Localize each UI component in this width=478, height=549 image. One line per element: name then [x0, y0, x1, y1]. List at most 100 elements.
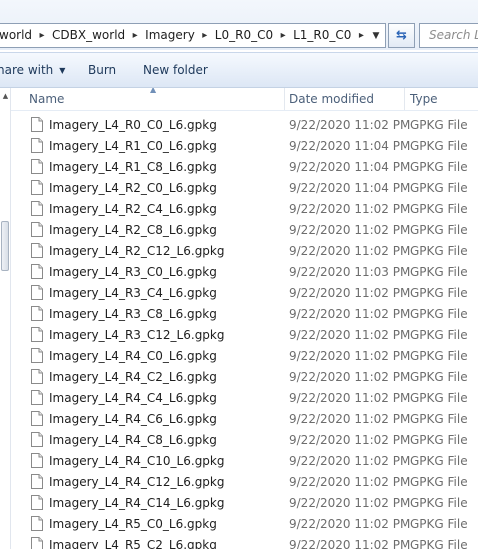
file-name: Imagery_L4_R4_C0_L6.gpkg	[49, 349, 217, 363]
burn-button[interactable]: Burn	[88, 63, 116, 77]
file-list: ▲ Name Date modified Type Imagery_L4_R0_…	[11, 88, 478, 549]
file-date-modified: 9/22/2020 11:03 PM	[289, 265, 411, 279]
file-type: GPKG File	[410, 223, 468, 237]
file-icon	[31, 264, 43, 279]
file-row[interactable]: Imagery_L4_R0_C0_L6.gpkg 9/22/2020 11:02 …	[11, 115, 478, 136]
sort-ascending-icon: ▲	[150, 88, 157, 94]
file-row[interactable]: Imagery_L4_R2_C12_L6.gpkg 9/22/2020 11:02…	[11, 241, 478, 262]
file-row[interactable]: Imagery_L4_R5_C0_L6.gpkg 9/22/2020 11:02 …	[11, 514, 478, 535]
column-divider[interactable]	[404, 88, 405, 110]
file-name: Imagery_L4_R5_C2_L6.gpkg	[49, 538, 217, 549]
scroll-up-icon[interactable]: ▲	[0, 92, 11, 100]
file-row[interactable]: Imagery_L4_R2_C4_L6.gpkg 9/22/2020 11:02 …	[11, 199, 478, 220]
file-icon	[31, 390, 43, 405]
file-date-modified: 9/22/2020 11:02 PM	[289, 538, 411, 549]
file-name: Imagery_L4_R4_C14_L6.gpkg	[49, 496, 225, 510]
breadcrumb-item-l1-r0-c0[interactable]: L1_R0_C0	[293, 28, 351, 42]
breadcrumb-item-world[interactable]: world	[0, 28, 32, 42]
breadcrumb-separator-icon[interactable]: ▸	[195, 28, 215, 44]
file-rows: Imagery_L4_R0_C0_L6.gpkg 9/22/2020 11:02 …	[11, 115, 478, 549]
file-row[interactable]: Imagery_L4_R1_C0_L6.gpkg 9/22/2020 11:04 …	[11, 136, 478, 157]
command-bar: hare with ▼ Burn New folder	[0, 52, 478, 88]
file-icon	[31, 222, 43, 237]
file-name: Imagery_L4_R2_C8_L6.gpkg	[49, 223, 217, 237]
refresh-icon: ⇆	[396, 28, 407, 43]
column-divider[interactable]	[284, 88, 285, 110]
address-history-dropdown[interactable]: ▼	[367, 24, 385, 47]
file-icon	[31, 495, 43, 510]
new-folder-button[interactable]: New folder	[143, 63, 208, 77]
file-row[interactable]: Imagery_L4_R4_C0_L6.gpkg 9/22/2020 11:02 …	[11, 346, 478, 367]
file-icon	[31, 138, 43, 153]
file-row[interactable]: Imagery_L4_R3_C12_L6.gpkg 9/22/2020 11:02…	[11, 325, 478, 346]
file-row[interactable]: Imagery_L4_R3_C0_L6.gpkg 9/22/2020 11:03 …	[11, 262, 478, 283]
column-header-type[interactable]: Type	[410, 92, 438, 106]
share-with-button[interactable]: hare with ▼	[0, 63, 65, 77]
file-type: GPKG File	[410, 496, 468, 510]
column-header-date-modified[interactable]: Date modified	[289, 92, 374, 106]
breadcrumb-item-imagery[interactable]: Imagery	[145, 28, 195, 42]
address-bar[interactable]: world ▸ CDBX_world ▸ Imagery ▸ L0_R0_C0 ▸ L1_R0_…	[0, 23, 386, 48]
file-type: GPKG File	[410, 475, 468, 489]
file-name: Imagery_L4_R0_C0_L6.gpkg	[49, 118, 217, 132]
file-type: GPKG File	[410, 370, 468, 384]
file-icon	[31, 411, 43, 426]
file-date-modified: 9/22/2020 11:02 PM	[289, 244, 411, 258]
file-name: Imagery_L4_R3_C4_L6.gpkg	[49, 286, 217, 300]
file-row[interactable]: Imagery_L4_R2_C0_L6.gpkg 9/22/2020 11:04 …	[11, 178, 478, 199]
breadcrumb-separator-icon[interactable]: ▸	[125, 28, 145, 44]
file-date-modified: 9/22/2020 11:04 PM	[289, 181, 411, 195]
file-date-modified: 9/22/2020 11:02 PM	[289, 517, 411, 531]
file-name: Imagery_L4_R2_C4_L6.gpkg	[49, 202, 217, 216]
search-input[interactable]: Search L1	[419, 23, 478, 48]
file-row[interactable]: Imagery_L4_R4_C2_L6.gpkg 9/22/2020 11:02 …	[11, 367, 478, 388]
file-icon	[31, 327, 43, 342]
file-date-modified: 9/22/2020 11:02 PM	[289, 328, 411, 342]
file-row[interactable]: Imagery_L4_R3_C4_L6.gpkg 9/22/2020 11:02 …	[11, 283, 478, 304]
file-row[interactable]: Imagery_L4_R4_C10_L6.gpkg 9/22/2020 11:02…	[11, 451, 478, 472]
scrollbar-thumb[interactable]	[1, 221, 9, 271]
file-icon	[31, 453, 43, 468]
navigation-pane-scrollbar[interactable]: ▲	[0, 88, 11, 549]
breadcrumb-item-cdbx-world[interactable]: CDBX_world	[52, 28, 125, 42]
file-type: GPKG File	[410, 538, 468, 549]
file-row[interactable]: Imagery_L4_R2_C8_L6.gpkg 9/22/2020 11:02 …	[11, 220, 478, 241]
file-icon	[31, 285, 43, 300]
breadcrumb: world ▸ CDBX_world ▸ Imagery ▸ L0_R0_C0 ▸ L1_R0_…	[0, 28, 371, 44]
file-date-modified: 9/22/2020 11:04 PM	[289, 139, 411, 153]
file-row[interactable]: Imagery_L4_R4_C14_L6.gpkg 9/22/2020 11:02…	[11, 493, 478, 514]
file-row[interactable]: Imagery_L4_R1_C8_L6.gpkg 9/22/2020 11:04 …	[11, 157, 478, 178]
file-row[interactable]: Imagery_L4_R4_C8_L6.gpkg 9/22/2020 11:02 …	[11, 430, 478, 451]
file-type: GPKG File	[410, 454, 468, 468]
file-date-modified: 9/22/2020 11:02 PM	[289, 118, 411, 132]
file-type: GPKG File	[410, 181, 468, 195]
file-type: GPKG File	[410, 307, 468, 321]
file-icon	[31, 348, 43, 363]
chevron-down-icon: ▼	[59, 66, 66, 75]
file-row[interactable]: Imagery_L4_R4_C6_L6.gpkg 9/22/2020 11:02 …	[11, 409, 478, 430]
file-type: GPKG File	[410, 244, 468, 258]
file-type: GPKG File	[410, 391, 468, 405]
file-row[interactable]: Imagery_L4_R4_C12_L6.gpkg 9/22/2020 11:02…	[11, 472, 478, 493]
file-row[interactable]: Imagery_L4_R5_C2_L6.gpkg 9/22/2020 11:02 …	[11, 535, 478, 549]
refresh-button[interactable]: ⇆	[388, 23, 415, 48]
file-name: Imagery_L4_R4_C4_L6.gpkg	[49, 391, 217, 405]
file-icon	[31, 159, 43, 174]
file-name: Imagery_L4_R2_C12_L6.gpkg	[49, 244, 225, 258]
file-date-modified: 9/22/2020 11:02 PM	[289, 370, 411, 384]
breadcrumb-separator-icon[interactable]: ▸	[273, 28, 293, 44]
column-header-name[interactable]: Name	[29, 92, 64, 106]
file-row[interactable]: Imagery_L4_R4_C4_L6.gpkg 9/22/2020 11:02 …	[11, 388, 478, 409]
file-date-modified: 9/22/2020 11:02 PM	[289, 391, 411, 405]
file-type: GPKG File	[410, 433, 468, 447]
column-header-row: ▲ Name Date modified Type	[11, 88, 478, 111]
file-name: Imagery_L4_R3_C8_L6.gpkg	[49, 307, 217, 321]
file-type: GPKG File	[410, 118, 468, 132]
file-row[interactable]: Imagery_L4_R3_C8_L6.gpkg 9/22/2020 11:02 …	[11, 304, 478, 325]
breadcrumb-separator-icon[interactable]: ▸	[32, 28, 52, 44]
file-date-modified: 9/22/2020 11:02 PM	[289, 223, 411, 237]
breadcrumb-item-l0-r0-c0[interactable]: L0_R0_C0	[215, 28, 273, 42]
file-date-modified: 9/22/2020 11:02 PM	[289, 412, 411, 426]
file-date-modified: 9/22/2020 11:02 PM	[289, 454, 411, 468]
file-name: Imagery_L4_R4_C12_L6.gpkg	[49, 475, 225, 489]
